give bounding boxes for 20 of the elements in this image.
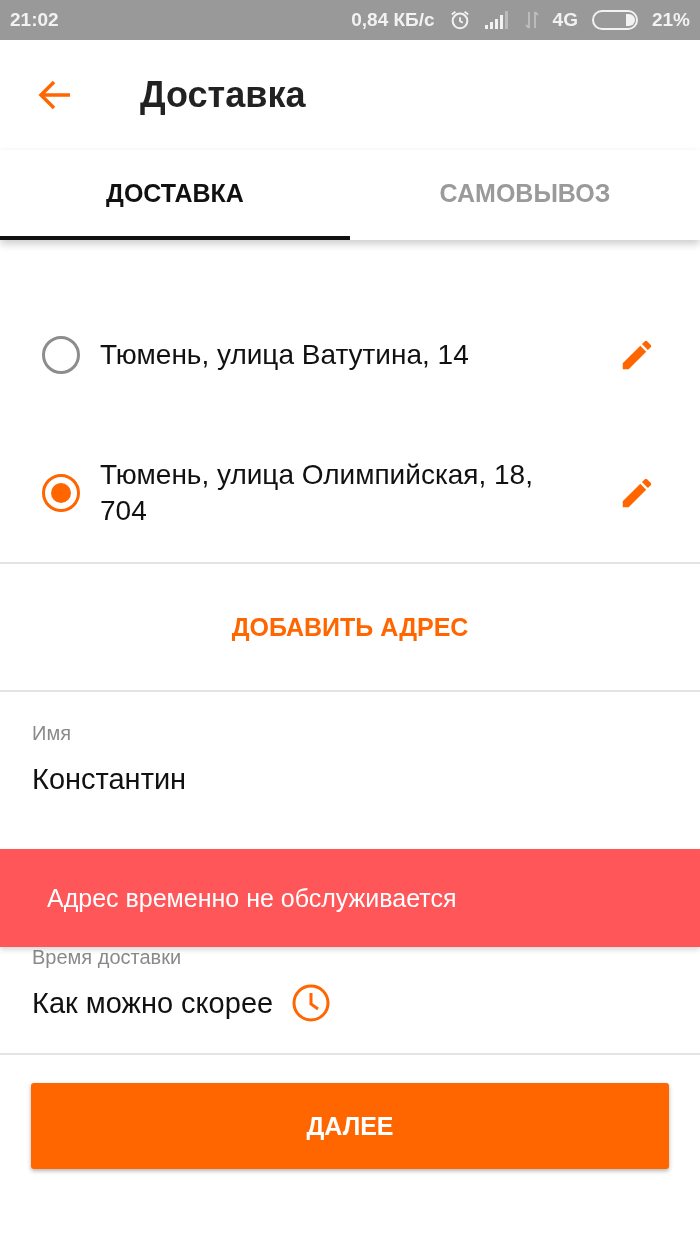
snackbar-message: Адрес временно не обслуживается — [47, 883, 457, 913]
signal-icon — [484, 11, 511, 29]
clock-icon[interactable] — [291, 983, 332, 1023]
back-arrow-icon[interactable] — [38, 80, 72, 110]
radio-button[interactable] — [42, 474, 80, 512]
radio-button[interactable] — [42, 336, 80, 374]
screen-title: Доставка — [140, 74, 306, 116]
status-time: 21:02 — [10, 9, 59, 31]
name-value[interactable]: Константин — [32, 763, 187, 796]
field-label: Время доставки — [32, 946, 183, 969]
address-text: Тюмень, улица Олимпийская, 18, 704 — [100, 458, 534, 528]
battery-percent: 21% — [651, 9, 690, 31]
field-label: Имя — [32, 722, 72, 745]
tab[interactable]: ДОСТАВКА — [0, 150, 350, 240]
network-type: 4G — [552, 9, 578, 31]
address-text: Тюмень, улица Ватутина, 14 — [100, 338, 470, 372]
delivery-time-value[interactable]: Как можно скорее — [32, 986, 274, 1020]
battery-icon — [591, 10, 638, 30]
data-arrows-icon — [524, 10, 539, 30]
network-speed: 0,84 КБ/с — [351, 9, 435, 31]
